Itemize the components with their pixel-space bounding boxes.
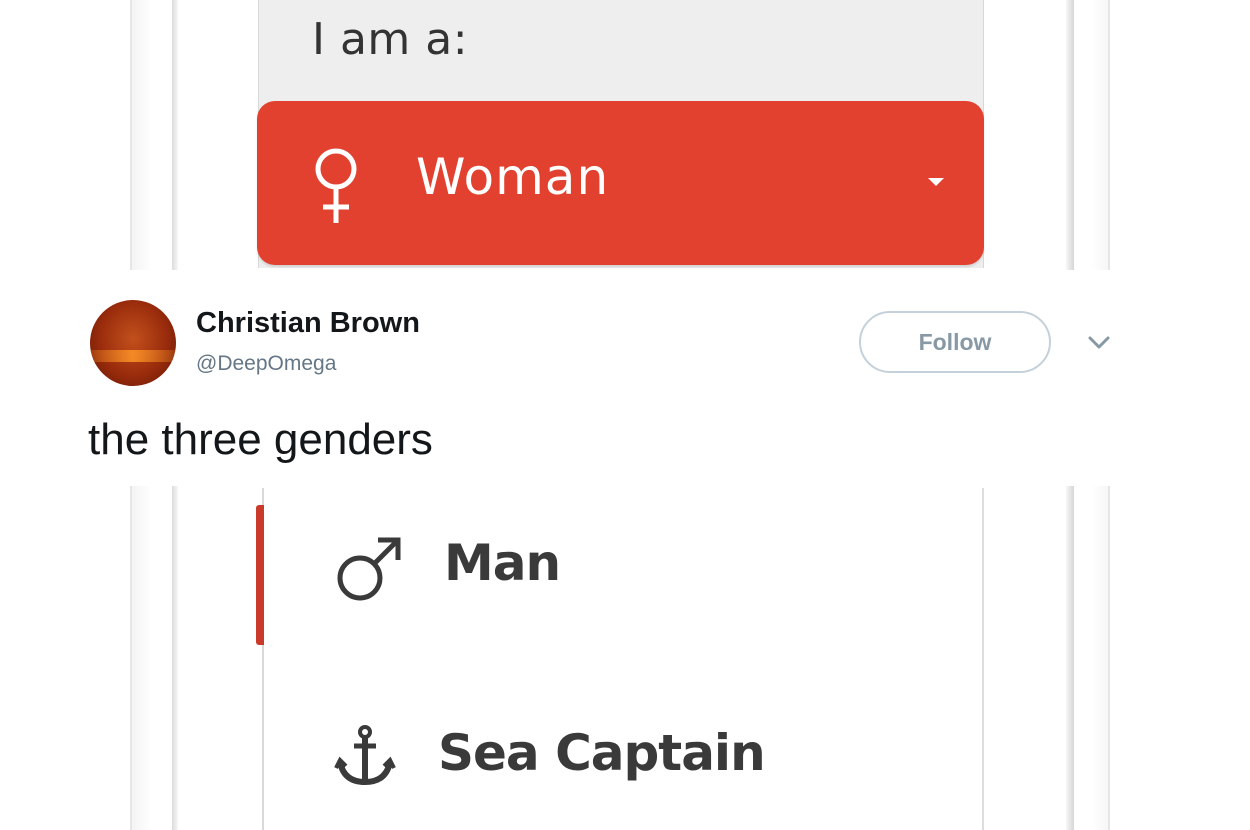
- follow-button[interactable]: Follow: [859, 311, 1051, 373]
- gender-select-value: Woman: [416, 148, 610, 206]
- author-name[interactable]: Christian Brown: [196, 307, 420, 340]
- chevron-down-icon[interactable]: [1086, 332, 1112, 352]
- option-sea-captain-label: Sea Captain: [438, 724, 766, 782]
- option-man[interactable]: Man: [330, 520, 970, 610]
- avatar-horizon: [90, 350, 176, 362]
- anchor-icon: [334, 725, 396, 786]
- caret-down-icon: [928, 178, 944, 186]
- tweet-text: the three genders: [88, 415, 433, 464]
- avatar[interactable]: [90, 300, 176, 386]
- active-option-indicator: [256, 505, 264, 645]
- male-symbol-icon: [337, 537, 401, 601]
- female-symbol-icon: [315, 148, 357, 223]
- gender-prompt-label: I am a:: [312, 14, 469, 65]
- author-handle[interactable]: @DeepOmega: [196, 352, 336, 376]
- option-man-label: Man: [444, 534, 561, 592]
- option-sea-captain[interactable]: Sea Captain: [330, 710, 970, 800]
